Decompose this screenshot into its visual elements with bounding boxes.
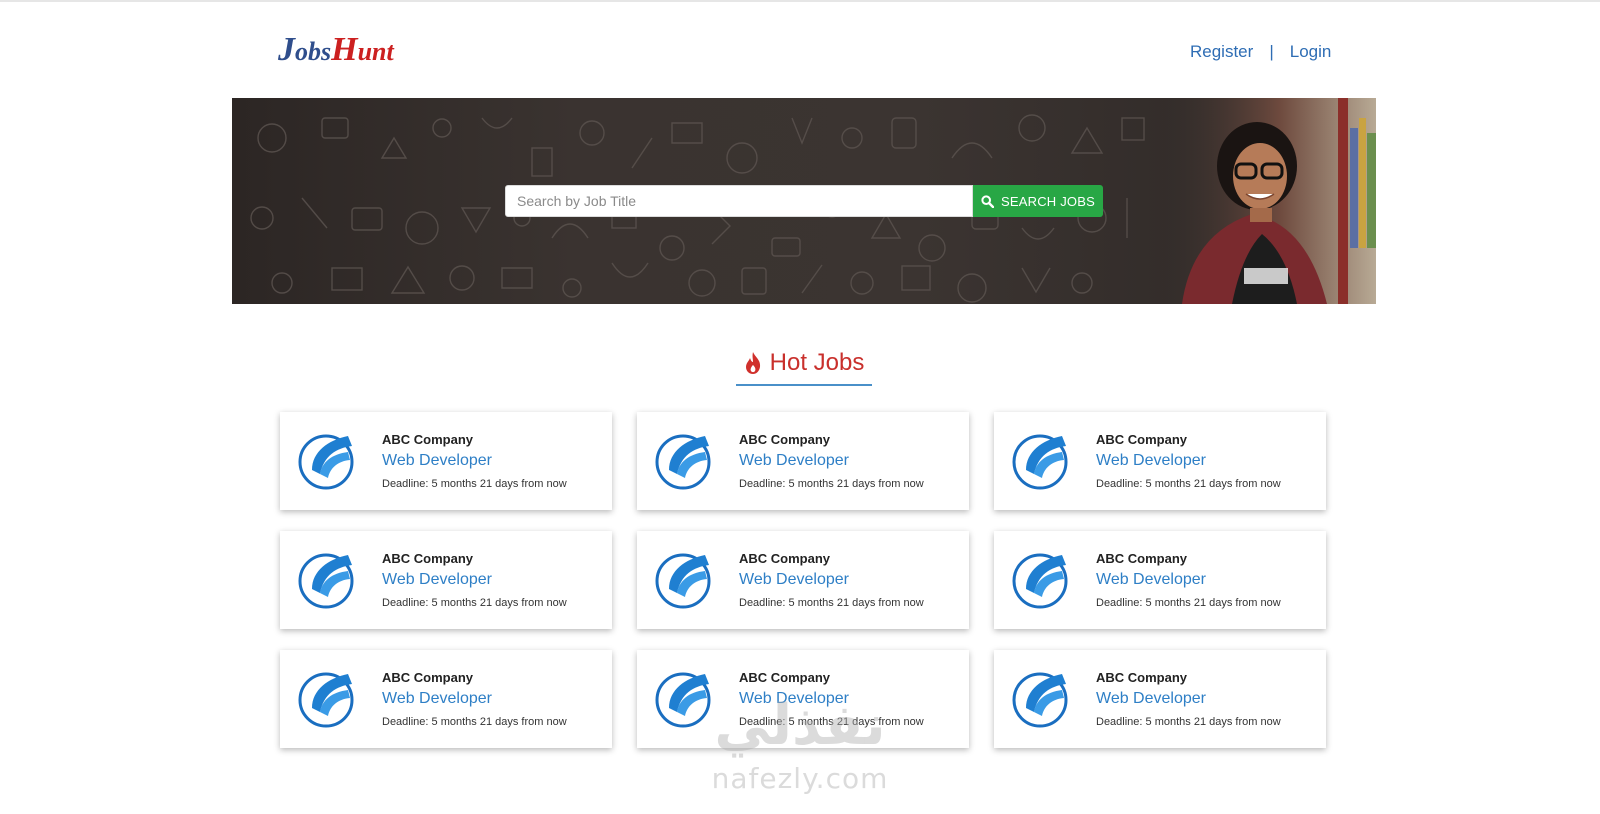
company-logo <box>298 430 358 490</box>
job-deadline: Deadline: 5 months 21 days from now <box>382 716 567 728</box>
job-info: ABC Company Web Developer Deadline: 5 mont… <box>739 431 924 493</box>
section-title: Hot Jobs <box>769 349 865 376</box>
person-photo <box>1162 98 1376 304</box>
company-name: ABC Company <box>739 551 831 566</box>
watermark-latin: nafezly.com <box>711 762 889 795</box>
job-info: ABC Company Web Developer Deadline: 5 mont… <box>1096 550 1281 612</box>
job-deadline: Deadline: 5 months 21 days from now <box>739 716 924 728</box>
job-deadline: Deadline: 5 months 21 days from now <box>1096 597 1281 609</box>
job-title-link[interactable]: Web Developer <box>739 449 924 473</box>
logo-initial-j: J <box>278 31 295 68</box>
job-card[interactable]: ABC Company Web Developer Deadline: 5 mont… <box>637 650 969 748</box>
job-search-form: SEARCH JOBS <box>505 185 1103 217</box>
company-name: ABC Company <box>1096 670 1188 685</box>
job-title-link[interactable]: Web Developer <box>382 568 567 592</box>
company-logo <box>655 668 715 728</box>
job-card[interactable]: ABC Company Web Developer Deadline: 5 mont… <box>994 412 1326 510</box>
logo-text-unt: unt <box>357 37 394 66</box>
company-logo <box>1012 668 1072 728</box>
job-info: ABC Company Web Developer Deadline: 5 mont… <box>1096 431 1281 493</box>
company-name: ABC Company <box>1096 551 1188 566</box>
logo-text-obs: obs <box>295 37 332 66</box>
register-link[interactable]: Register <box>1190 42 1253 62</box>
search-button-label: SEARCH JOBS <box>1001 193 1095 209</box>
company-logo <box>1012 549 1072 609</box>
job-title-link[interactable]: Web Developer <box>739 687 924 711</box>
job-search-input[interactable] <box>505 185 973 217</box>
hot-jobs-heading: Hot Jobs <box>736 348 872 386</box>
job-deadline: Deadline: 5 months 21 days from now <box>1096 716 1281 728</box>
job-card[interactable]: ABC Company Web Developer Deadline: 5 mont… <box>637 531 969 629</box>
job-title-link[interactable]: Web Developer <box>382 449 567 473</box>
job-info: ABC Company Web Developer Deadline: 5 mont… <box>382 550 567 612</box>
job-info: ABC Company Web Developer Deadline: 5 mont… <box>1096 669 1281 731</box>
job-card[interactable]: ABC Company Web Developer Deadline: 5 mont… <box>280 650 612 748</box>
job-title-link[interactable]: Web Developer <box>739 568 924 592</box>
company-logo <box>655 549 715 609</box>
login-link[interactable]: Login <box>1290 42 1332 62</box>
job-deadline: Deadline: 5 months 21 days from now <box>739 597 924 609</box>
job-info: ABC Company Web Developer Deadline: 5 mont… <box>382 431 567 493</box>
job-card[interactable]: ABC Company Web Developer Deadline: 5 mont… <box>994 531 1326 629</box>
job-info: ABC Company Web Developer Deadline: 5 mont… <box>382 669 567 731</box>
nav-separator: | <box>1269 42 1274 61</box>
company-name: ABC Company <box>739 432 831 447</box>
job-deadline: Deadline: 5 months 21 days from now <box>1096 478 1281 490</box>
job-card[interactable]: ABC Company Web Developer Deadline: 5 mont… <box>994 650 1326 748</box>
job-info: ABC Company Web Developer Deadline: 5 mont… <box>739 669 924 731</box>
company-name: ABC Company <box>382 432 474 447</box>
job-title-link[interactable]: Web Developer <box>1096 687 1281 711</box>
job-deadline: Deadline: 5 months 21 days from now <box>382 597 567 609</box>
job-info: ABC Company Web Developer Deadline: 5 mont… <box>739 550 924 612</box>
header-nav: Register | Login <box>1190 40 1331 64</box>
company-logo <box>655 430 715 490</box>
logo-initial-h: H <box>331 31 358 68</box>
company-logo <box>298 668 358 728</box>
company-name: ABC Company <box>382 551 474 566</box>
company-logo <box>298 549 358 609</box>
top-border <box>0 0 1600 4</box>
job-title-link[interactable]: Web Developer <box>1096 568 1281 592</box>
job-card[interactable]: ABC Company Web Developer Deadline: 5 mont… <box>280 412 612 510</box>
search-icon <box>981 194 995 208</box>
job-card[interactable]: ABC Company Web Developer Deadline: 5 mont… <box>637 412 969 510</box>
site-logo[interactable]: JobsHunt <box>278 30 394 70</box>
company-name: ABC Company <box>1096 432 1188 447</box>
job-title-link[interactable]: Web Developer <box>1096 449 1281 473</box>
company-logo <box>1012 430 1072 490</box>
job-deadline: Deadline: 5 months 21 days from now <box>382 478 567 490</box>
search-jobs-button[interactable]: SEARCH JOBS <box>973 185 1103 217</box>
company-name: ABC Company <box>382 670 474 685</box>
fire-icon <box>745 352 760 374</box>
job-title-link[interactable]: Web Developer <box>382 687 567 711</box>
job-deadline: Deadline: 5 months 21 days from now <box>739 478 924 490</box>
company-name: ABC Company <box>739 670 831 685</box>
job-card[interactable]: ABC Company Web Developer Deadline: 5 mont… <box>280 531 612 629</box>
